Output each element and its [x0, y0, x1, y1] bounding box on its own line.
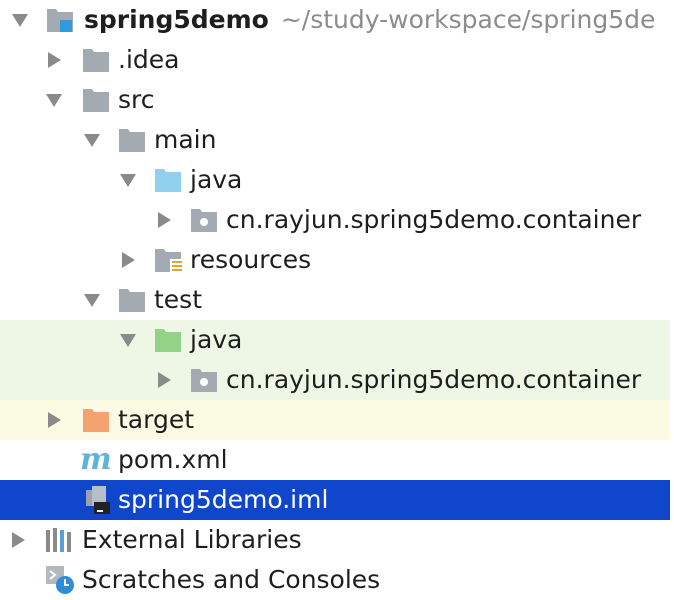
tree-item-label: test: [154, 285, 203, 314]
package-icon: [191, 209, 217, 232]
expand-arrow-icon[interactable]: [122, 252, 135, 268]
project-path: ~/study-workspace/spring5de: [280, 5, 656, 34]
tree-row-test[interactable]: test: [0, 280, 670, 320]
project-tree: spring5demo ~/study-workspace/spring5de .…: [0, 0, 674, 594]
tree-item-label: target: [118, 405, 195, 434]
tree-row-main-java[interactable]: java: [0, 160, 670, 200]
tree-item-label: cn.rayjun.spring5demo.container: [226, 205, 642, 234]
folder-icon: [119, 129, 145, 152]
tree-row-resources[interactable]: resources: [0, 240, 670, 280]
tree-row-src[interactable]: src: [0, 80, 670, 120]
expand-arrow-icon[interactable]: [48, 52, 61, 68]
collapse-arrow-icon[interactable]: [12, 14, 28, 27]
folder-icon: [119, 289, 145, 312]
expand-arrow-icon[interactable]: [158, 372, 171, 388]
tree-item-label: resources: [190, 245, 312, 274]
expand-arrow-icon[interactable]: [12, 532, 25, 548]
tree-item-label: External Libraries: [82, 525, 302, 554]
project-name: spring5demo: [84, 5, 269, 34]
tree-row-pom[interactable]: m pom.xml: [0, 440, 670, 480]
module-folder-icon: [47, 9, 73, 32]
tree-row-target[interactable]: target: [0, 400, 670, 440]
expand-arrow-icon[interactable]: [158, 212, 171, 228]
resources-folder-icon: [155, 249, 182, 273]
tree-row-main-package[interactable]: cn.rayjun.spring5demo.container: [0, 200, 670, 240]
folder-icon: [83, 49, 109, 72]
tree-item-label: spring5demo.iml: [118, 485, 329, 514]
tree-item-label: main: [154, 125, 217, 154]
excluded-folder-icon: [83, 409, 109, 432]
collapse-arrow-icon[interactable]: [84, 294, 100, 307]
tree-row-project-root[interactable]: spring5demo ~/study-workspace/spring5de: [0, 0, 670, 40]
package-icon: [191, 369, 217, 392]
tree-item-label: src: [118, 85, 155, 114]
tree-item-label: .idea: [118, 45, 180, 74]
tree-row-test-package[interactable]: cn.rayjun.spring5demo.container: [0, 360, 670, 400]
collapse-arrow-icon[interactable]: [120, 174, 136, 187]
maven-icon: m: [80, 442, 112, 477]
collapse-arrow-icon[interactable]: [120, 334, 136, 347]
tree-item-label: java: [190, 325, 243, 354]
tree-row-test-java[interactable]: java: [0, 320, 670, 360]
libraries-icon: [46, 528, 71, 552]
source-folder-icon: [155, 169, 181, 192]
tree-row-idea[interactable]: .idea: [0, 40, 670, 80]
tree-item-label: cn.rayjun.spring5demo.container: [226, 365, 642, 394]
scratches-icon: [46, 566, 74, 594]
tree-item-label: java: [190, 165, 243, 194]
collapse-arrow-icon[interactable]: [84, 134, 100, 147]
tree-item-label: pom.xml: [118, 445, 228, 474]
iml-file-icon: [86, 486, 110, 514]
collapse-arrow-icon[interactable]: [46, 94, 62, 107]
tree-row-main[interactable]: main: [0, 120, 670, 160]
tree-row-iml[interactable]: spring5demo.iml: [0, 480, 670, 520]
project-label: spring5demo ~/study-workspace/spring5de: [84, 0, 655, 40]
tree-row-external-libraries[interactable]: External Libraries: [0, 520, 670, 560]
tree-row-scratches[interactable]: Scratches and Consoles: [0, 560, 670, 600]
folder-icon: [83, 89, 109, 112]
expand-arrow-icon[interactable]: [48, 412, 61, 428]
tree-item-label: Scratches and Consoles: [82, 565, 381, 594]
test-folder-icon: [155, 329, 181, 352]
